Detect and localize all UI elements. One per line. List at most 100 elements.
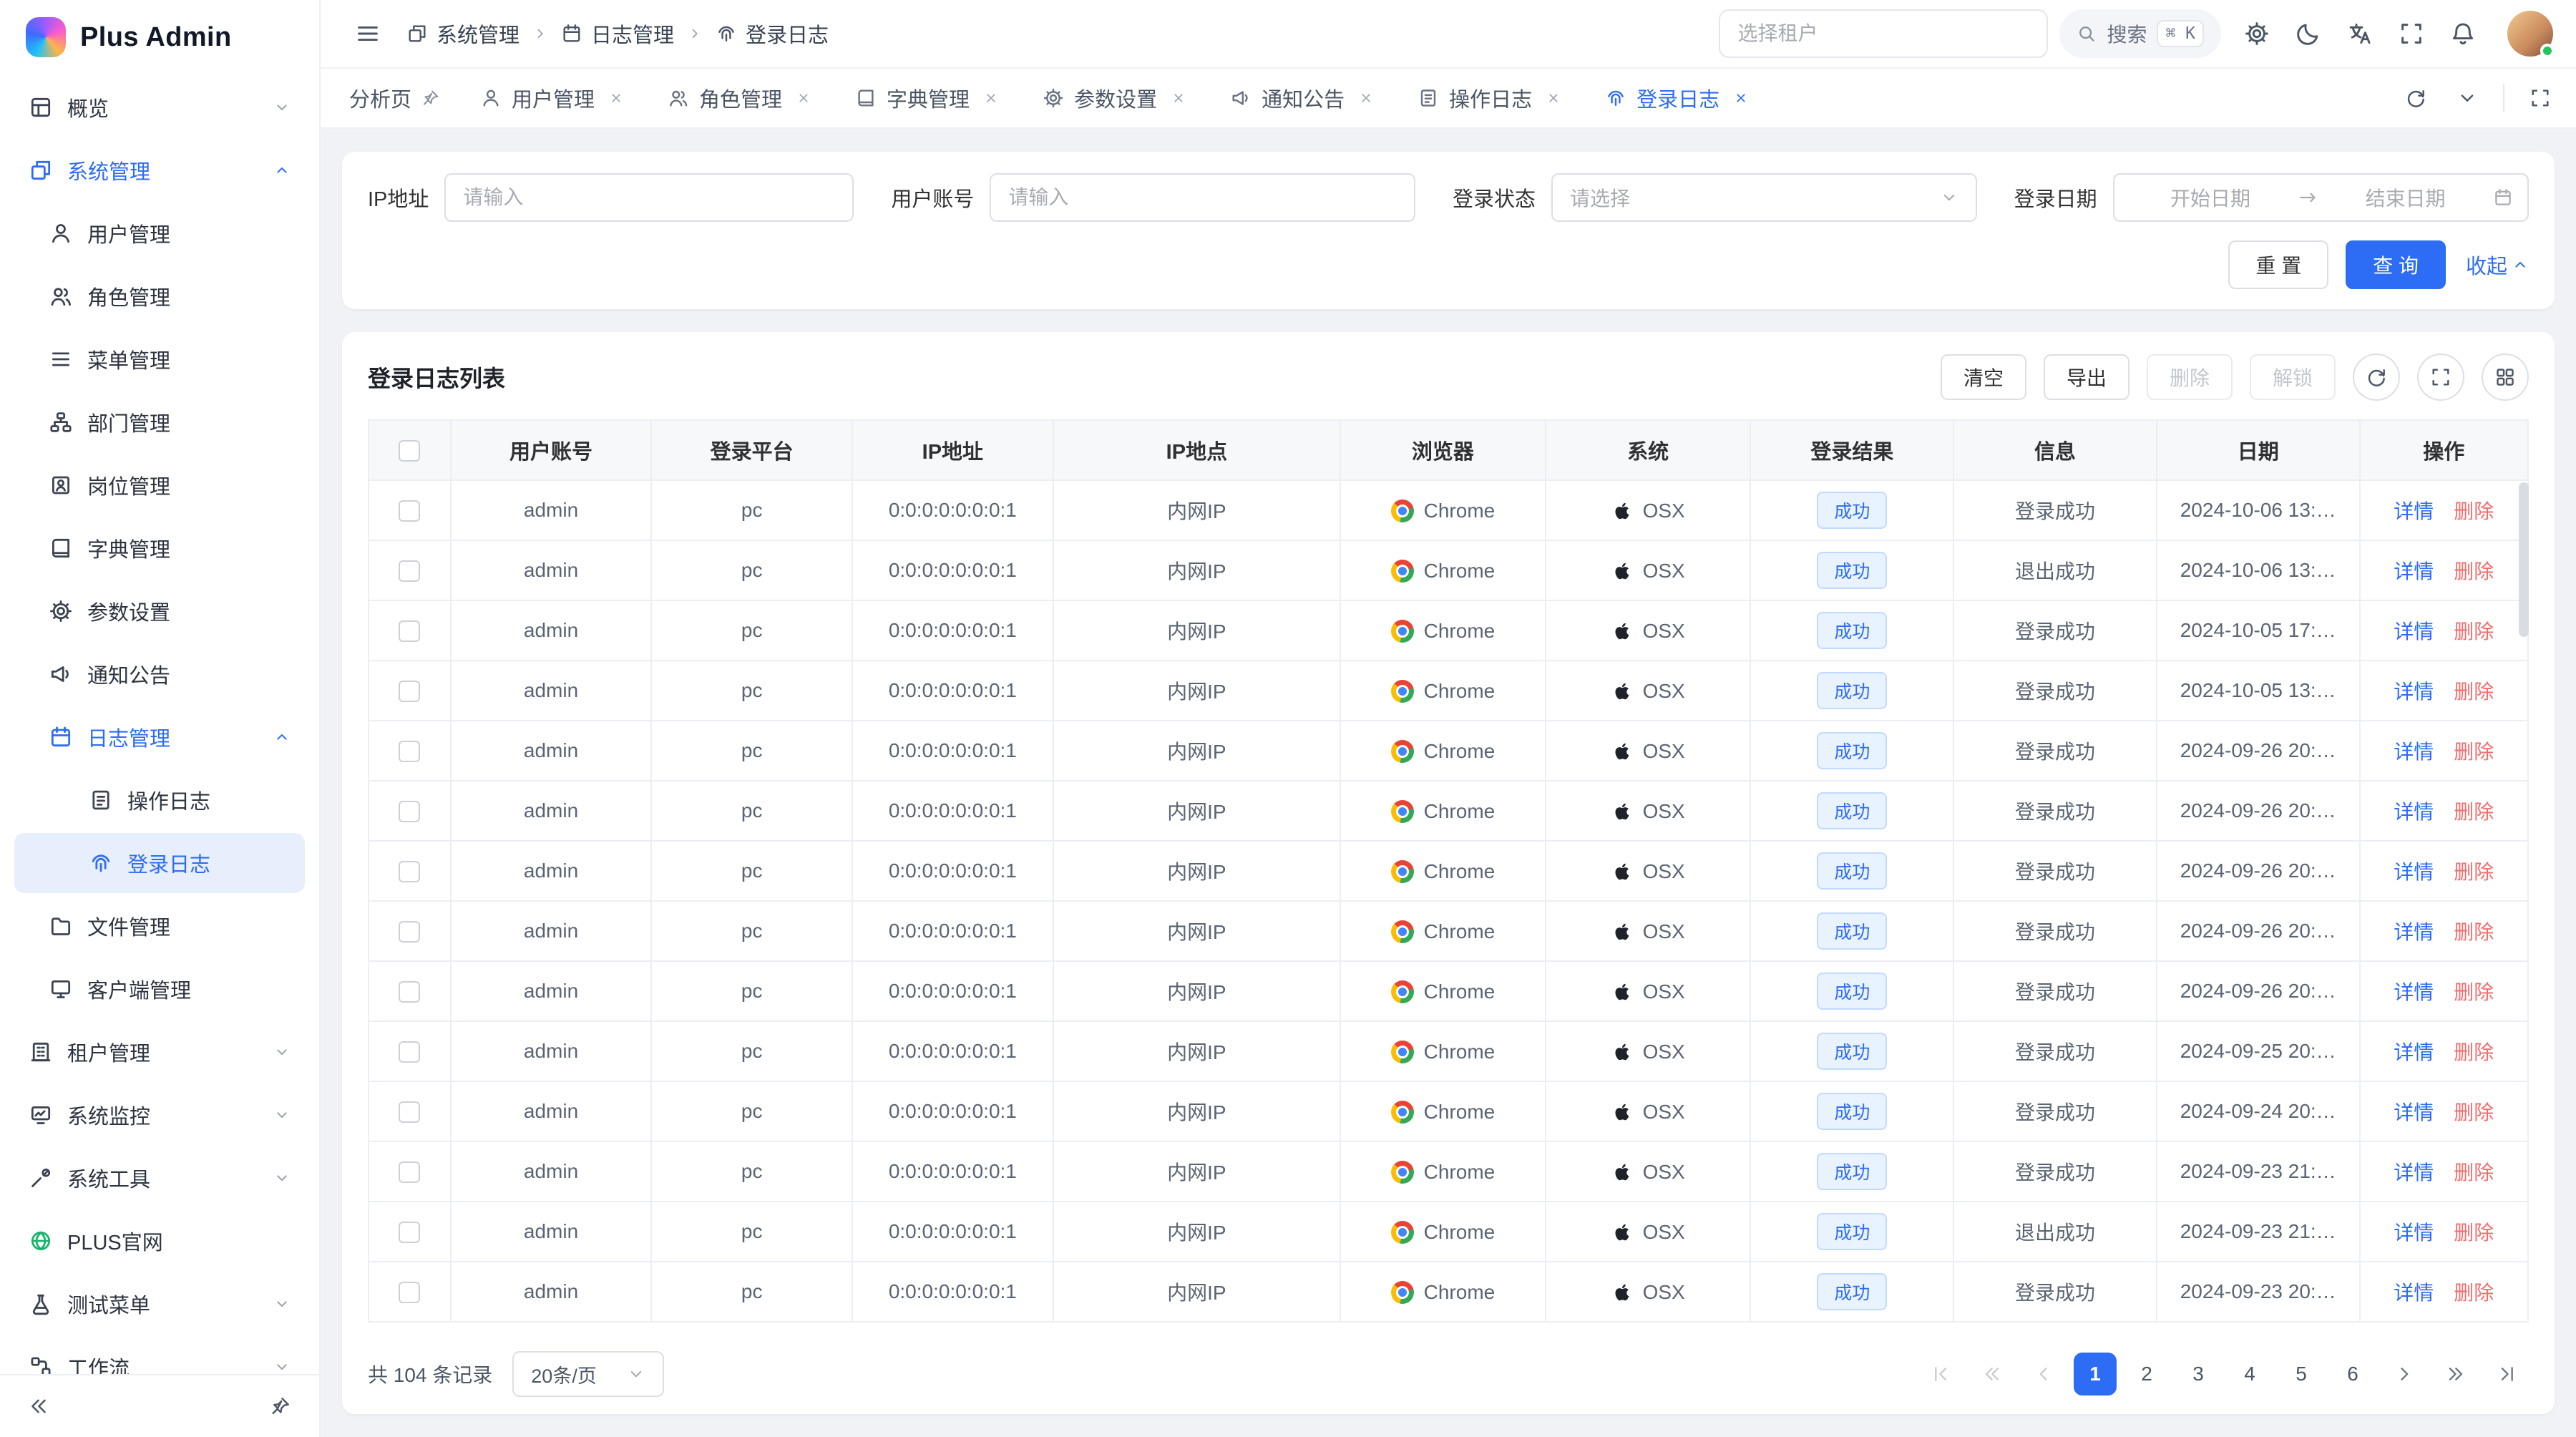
detail-link[interactable]: 详情 <box>2394 801 2434 823</box>
page-button[interactable]: 1 <box>2074 1353 2117 1395</box>
close-tab-icon[interactable] <box>980 87 1002 109</box>
search-button[interactable]: 搜索 ⌘ K <box>2059 9 2221 58</box>
row-checkbox[interactable] <box>399 921 420 942</box>
next-page-button[interactable] <box>2383 1353 2426 1395</box>
sidebar-item[interactable]: 通知公告 <box>14 644 305 704</box>
row-checkbox[interactable] <box>399 981 420 1003</box>
page-size-select[interactable]: 20条/页 <box>512 1351 664 1397</box>
page-button[interactable]: 4 <box>2228 1353 2271 1395</box>
delete-link[interactable]: 删除 <box>2454 500 2494 522</box>
maximize-content-button[interactable] <box>2516 74 2565 122</box>
detail-link[interactable]: 详情 <box>2394 1222 2434 1244</box>
login-status-select[interactable]: 请选择 <box>1551 173 1977 222</box>
query-button[interactable]: 查 询 <box>2346 240 2446 289</box>
detail-link[interactable]: 详情 <box>2394 1161 2434 1184</box>
sidebar-item[interactable]: 部门管理 <box>14 392 305 452</box>
row-checkbox[interactable] <box>399 620 420 642</box>
delete-link[interactable]: 删除 <box>2454 1041 2494 1063</box>
previous-page-button[interactable] <box>2022 1353 2065 1395</box>
row-checkbox[interactable] <box>399 1222 420 1243</box>
detail-link[interactable]: 详情 <box>2394 741 2434 763</box>
tab[interactable]: 登录日志 <box>1585 69 1772 127</box>
delete-button[interactable]: 删除 <box>2147 354 2233 400</box>
sidebar-item[interactable]: 岗位管理 <box>14 455 305 515</box>
theme-toggle-button[interactable] <box>2284 9 2333 58</box>
collapse-filter-link[interactable]: 收起 <box>2466 250 2529 280</box>
row-checkbox[interactable] <box>399 500 420 522</box>
detail-link[interactable]: 详情 <box>2394 921 2434 943</box>
detail-link[interactable]: 详情 <box>2394 861 2434 883</box>
sidebar-item[interactable]: 登录日志 <box>14 833 305 893</box>
delete-link[interactable]: 删除 <box>2454 681 2494 703</box>
tenant-select[interactable] <box>1719 9 2048 58</box>
row-checkbox[interactable] <box>399 560 420 582</box>
avatar[interactable] <box>2507 11 2553 57</box>
sidebar-item[interactable]: 操作日志 <box>14 770 305 830</box>
tab[interactable]: 通知公告 <box>1210 69 1397 127</box>
row-checkbox[interactable] <box>399 1161 420 1183</box>
select-all-checkbox[interactable] <box>399 440 420 462</box>
ip-address-input[interactable] <box>444 173 854 222</box>
row-checkbox[interactable] <box>399 741 420 762</box>
sidebar-item[interactable]: 用户管理 <box>14 203 305 263</box>
sidebar-item[interactable]: 客户端管理 <box>14 959 305 1019</box>
close-tab-icon[interactable] <box>1167 87 1190 109</box>
account-input[interactable] <box>990 173 1415 222</box>
hamburger-menu-button[interactable] <box>343 9 392 58</box>
breadcrumb-item[interactable]: 系统管理 <box>406 19 519 49</box>
jump-backward-button[interactable] <box>1971 1353 2014 1395</box>
delete-link[interactable]: 删除 <box>2454 1282 2494 1304</box>
fullscreen-table-button[interactable] <box>2417 354 2464 401</box>
sidebar-item[interactable]: 文件管理 <box>14 896 305 956</box>
detail-link[interactable]: 详情 <box>2394 1282 2434 1304</box>
row-checkbox[interactable] <box>399 1041 420 1063</box>
scrollbar-thumb[interactable] <box>2519 482 2529 637</box>
sidebar-item[interactable]: 日志管理 <box>14 707 305 767</box>
tab-actions-button[interactable] <box>2443 74 2492 122</box>
detail-link[interactable]: 详情 <box>2394 981 2434 1003</box>
notifications-button[interactable] <box>2439 9 2487 58</box>
delete-link[interactable]: 删除 <box>2454 801 2494 823</box>
close-tab-icon[interactable] <box>1542 87 1565 109</box>
breadcrumb-item[interactable]: 日志管理 <box>561 19 674 49</box>
page-button[interactable]: 3 <box>2177 1353 2220 1395</box>
row-checkbox[interactable] <box>399 801 420 822</box>
tab[interactable]: 角色管理 <box>648 69 835 127</box>
breadcrumb-item[interactable]: 登录日志 <box>716 19 829 49</box>
delete-link[interactable]: 删除 <box>2454 921 2494 943</box>
fullscreen-button[interactable] <box>2387 9 2436 58</box>
detail-link[interactable]: 详情 <box>2394 1101 2434 1124</box>
sidebar-item[interactable]: PLUS官网 <box>14 1211 305 1271</box>
sidebar-item[interactable]: 参数设置 <box>14 581 305 641</box>
delete-link[interactable]: 删除 <box>2454 1101 2494 1124</box>
refresh-table-button[interactable] <box>2353 354 2400 401</box>
tab[interactable]: 字典管理 <box>835 69 1023 127</box>
sidebar-item[interactable]: 租户管理 <box>14 1022 305 1082</box>
unlock-button[interactable]: 解锁 <box>2250 354 2336 400</box>
delete-link[interactable]: 删除 <box>2454 861 2494 883</box>
reset-button[interactable]: 重 置 <box>2228 240 2328 289</box>
column-settings-button[interactable] <box>2482 354 2529 401</box>
close-tab-icon[interactable] <box>605 87 628 109</box>
sidebar-item[interactable]: 系统监控 <box>14 1085 305 1145</box>
sidebar-item[interactable]: 测试菜单 <box>14 1274 305 1334</box>
detail-link[interactable]: 详情 <box>2394 681 2434 703</box>
close-tab-icon[interactable] <box>792 87 815 109</box>
close-tab-icon[interactable] <box>1729 87 1752 109</box>
page-button[interactable]: 5 <box>2280 1353 2323 1395</box>
sidebar-item[interactable]: 工作流 <box>14 1337 305 1374</box>
page-button[interactable]: 2 <box>2125 1353 2168 1395</box>
sidebar-item[interactable]: 字典管理 <box>14 518 305 578</box>
detail-link[interactable]: 详情 <box>2394 1041 2434 1063</box>
delete-link[interactable]: 删除 <box>2454 741 2494 763</box>
sidebar-item[interactable]: 菜单管理 <box>14 329 305 389</box>
sidebar-item[interactable]: 系统管理 <box>14 140 305 200</box>
settings-button[interactable] <box>2233 9 2281 58</box>
detail-link[interactable]: 详情 <box>2394 620 2434 643</box>
row-checkbox[interactable] <box>399 681 420 702</box>
row-checkbox[interactable] <box>399 1282 420 1303</box>
export-button[interactable]: 导出 <box>2044 354 2129 400</box>
login-date-range-picker[interactable]: 开始日期 结束日期 <box>2113 173 2529 222</box>
page-button[interactable]: 6 <box>2331 1353 2374 1395</box>
sidebar-item[interactable]: 系统工具 <box>14 1148 305 1208</box>
